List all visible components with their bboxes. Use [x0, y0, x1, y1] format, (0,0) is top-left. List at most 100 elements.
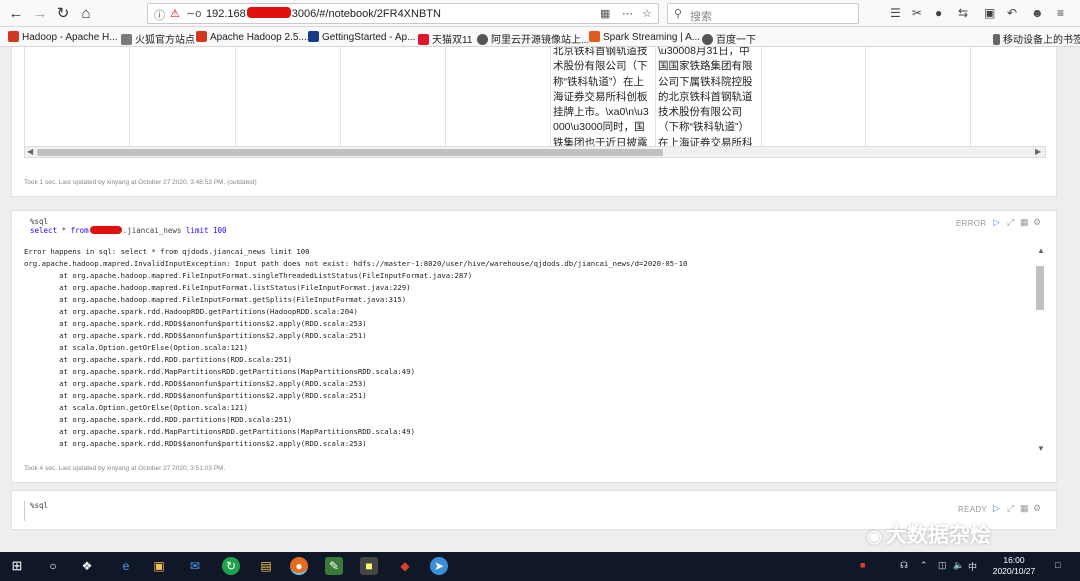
- reload-icon[interactable]: ↻: [53, 4, 73, 24]
- table-view-icon[interactable]: ▦: [1020, 217, 1029, 228]
- bookmark-item[interactable]: 火狐官方站点: [121, 31, 195, 46]
- scrollbar-thumb[interactable]: [37, 149, 663, 156]
- error-output-scrollbar[interactable]: ▲ ▼: [1034, 246, 1046, 456]
- globe-icon: [702, 34, 713, 45]
- account-icon[interactable]: ☻: [1031, 6, 1044, 20]
- forward-button-icon[interactable]: →: [30, 4, 50, 24]
- bookmark-item[interactable]: Hadoop - Apache H...: [8, 31, 118, 43]
- store-icon[interactable]: ▣: [150, 557, 168, 575]
- app-red-icon[interactable]: ◆: [396, 557, 414, 575]
- code-editor[interactable]: %sql select * from .jiancai_news limit 10…: [30, 217, 227, 235]
- search-circle-icon[interactable]: ○: [44, 557, 62, 575]
- bookmark-item[interactable]: GettingStarted - Ap...: [308, 31, 415, 43]
- app-green-icon[interactable]: ↻: [222, 557, 240, 575]
- bookmark-star-icon[interactable]: ☆: [642, 7, 652, 20]
- clock[interactable]: 16:00 2020/10/27: [985, 555, 1043, 577]
- task-view-icon[interactable]: ❖: [78, 557, 96, 575]
- back-button-icon[interactable]: ←: [6, 4, 26, 24]
- bookmark-favicon-icon: [196, 31, 207, 42]
- column-divider: [761, 47, 762, 150]
- bookmark-favicon-icon: [8, 31, 19, 42]
- bookmark-item[interactable]: 天猫双11: [418, 31, 472, 46]
- column-divider: [655, 47, 656, 150]
- windows-start-icon[interactable]: ⊞: [8, 557, 26, 575]
- wechat-icon: ◉: [867, 527, 882, 546]
- scroll-left-icon[interactable]: ◀: [27, 147, 33, 156]
- scroll-down-icon[interactable]: ▼: [1037, 444, 1045, 453]
- table-horizontal-scrollbar[interactable]: ◀ ▶: [24, 146, 1046, 158]
- error-line: at org.apache.hadoop.mapred.FileInputFor…: [24, 283, 411, 292]
- menu-icon[interactable]: ≡: [1057, 6, 1064, 20]
- code-token: .jiancai_news: [122, 226, 186, 235]
- error-line: org.apache.hadoop.mapred.InvalidInputExc…: [24, 259, 688, 268]
- bookmark-label: 火狐官方站点: [135, 35, 195, 46]
- mail-icon[interactable]: ✉: [186, 557, 204, 575]
- code-editor[interactable]: %sql: [24, 501, 1034, 521]
- bookmark-favicon-icon: [418, 34, 429, 45]
- bookmark-label: Spark Streaming | A...: [603, 32, 701, 43]
- folder-icon: [121, 34, 132, 45]
- scrollbar-thumb[interactable]: [1036, 266, 1044, 310]
- error-line: at org.apache.hadoop.mapred.FileInputFor…: [24, 271, 473, 280]
- paragraph-result-table: 北京铁科首钢轨道技术股份有限公司（下称“铁科轨道”）在上海证券交易所科创板挂牌上…: [11, 47, 1057, 197]
- scroll-up-icon[interactable]: ▲: [1037, 246, 1045, 255]
- watermark: ◉ 大数据杂烩: [867, 519, 991, 549]
- reader-icon[interactable]: ▣: [984, 6, 995, 20]
- bookmark-item[interactable]: 百度一下: [702, 31, 756, 46]
- url-bar[interactable]: ⓘ ⚠ ∼o 192.168 3006/#/notebook/2FR4XNBTN …: [147, 3, 659, 24]
- watermark-text: 大数据杂烩: [885, 524, 991, 547]
- column-divider: [340, 47, 341, 150]
- run-icon[interactable]: ▷: [993, 217, 1000, 228]
- url-host: 192.168: [206, 8, 246, 20]
- redaction-mark: [246, 7, 291, 18]
- volume-icon[interactable]: 🔈: [953, 560, 964, 571]
- code-token: *: [57, 226, 71, 235]
- firefox-icon[interactable]: ●: [290, 557, 308, 575]
- mobile-bookmarks[interactable]: 移动设备上的书签: [993, 31, 1080, 46]
- person-icon[interactable]: ☊: [900, 560, 908, 571]
- error-line: at org.apache.spark.rdd.MapPartitionsRDD…: [24, 427, 415, 436]
- undo-icon[interactable]: ↶: [1007, 6, 1017, 20]
- input-lang[interactable]: 中: [968, 560, 977, 573]
- tray-app-icon[interactable]: ■: [860, 560, 865, 570]
- code-number: 100: [208, 226, 227, 235]
- chat-icon[interactable]: ●: [935, 6, 942, 20]
- search-placeholder: 搜索: [690, 11, 712, 23]
- scroll-right-icon[interactable]: ▶: [1035, 147, 1041, 156]
- crop-icon[interactable]: ✂: [912, 6, 922, 20]
- run-icon[interactable]: ▷: [993, 503, 1000, 514]
- clock-time: 16:00: [1003, 555, 1025, 565]
- permissions-icon[interactable]: ∼o: [186, 7, 201, 20]
- expand-icon[interactable]: ⤢: [1007, 503, 1014, 514]
- sync-icon[interactable]: ⇆: [958, 6, 968, 20]
- edge-browser-icon[interactable]: e: [117, 557, 135, 575]
- info-icon[interactable]: ⓘ: [154, 7, 165, 23]
- status-badge: READY: [958, 505, 988, 514]
- notifications-icon[interactable]: □: [1055, 560, 1060, 570]
- expand-icon[interactable]: ⤢: [1007, 217, 1014, 228]
- qr-code-icon[interactable]: ▦: [600, 7, 610, 20]
- bookmark-item[interactable]: 阿里云开源镜像站上...: [477, 31, 589, 46]
- chevron-up-icon[interactable]: ⌃: [920, 560, 928, 571]
- notepad-icon[interactable]: ✎: [325, 557, 343, 575]
- insecure-lock-icon[interactable]: ⚠: [170, 7, 180, 20]
- status-badge: ERROR: [956, 219, 987, 228]
- bookmark-item[interactable]: Spark Streaming | A...: [589, 31, 700, 43]
- page-actions-icon[interactable]: ⋯: [622, 7, 633, 20]
- error-line: at org.apache.spark.rdd.HadoopRDD.getPar…: [24, 307, 358, 316]
- paragraph-meta: Took 4 sec. Last updated by xinyang at O…: [24, 465, 226, 472]
- bookmark-label: 天猫双11: [432, 35, 473, 46]
- jetbrains-icon[interactable]: ■: [360, 557, 378, 575]
- library-icon[interactable]: ☰: [890, 6, 901, 20]
- search-input[interactable]: ⚲ 搜索: [667, 3, 859, 24]
- bookmark-item[interactable]: Apache Hadoop 2.5....: [196, 31, 310, 43]
- settings-gear-icon[interactable]: ⚙: [1033, 503, 1041, 514]
- table-view-icon[interactable]: ▦: [1020, 503, 1029, 514]
- home-icon[interactable]: ⌂: [76, 4, 96, 24]
- bookmark-label: Hadoop - Apache H...: [22, 32, 118, 43]
- app-blue-icon[interactable]: ➤: [430, 557, 448, 575]
- error-line: Error happens in sql: select * from qjdo…: [24, 247, 310, 256]
- network-icon[interactable]: ◫: [938, 560, 947, 571]
- settings-gear-icon[interactable]: ⚙: [1033, 217, 1041, 228]
- file-explorer-icon[interactable]: ▤: [257, 557, 275, 575]
